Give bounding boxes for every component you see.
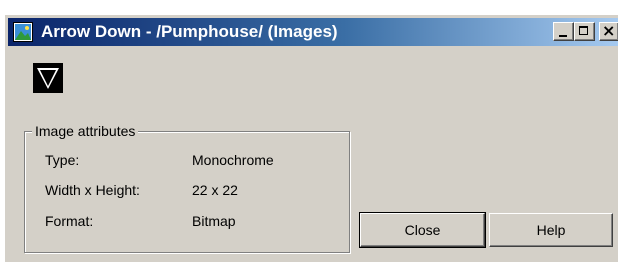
arrow-down-icon [33,63,63,93]
app-picture-icon [13,22,33,42]
minimize-button[interactable] [553,22,574,41]
close-icon: × [602,21,616,40]
close-button[interactable]: Close [359,212,486,248]
title-close-button[interactable]: × [599,22,618,41]
dimensions-value: 22 x 22 [192,182,238,198]
minimize-icon [559,35,567,37]
help-button[interactable]: Help [489,213,613,247]
format-value: Bitmap [192,213,236,229]
format-label: Format: [45,213,94,229]
title-bar[interactable]: Arrow Down - /Pumphouse/ (Images) × [8,18,618,46]
maximize-icon [579,26,588,35]
image-attributes-title: Image attributes [32,123,139,139]
dimensions-label: Width x Height: [45,182,140,198]
maximize-button[interactable] [574,22,595,41]
window-title: Arrow Down - /Pumphouse/ (Images) [41,22,338,41]
type-label: Type: [45,152,80,168]
type-value: Monochrome [192,152,274,168]
image-properties-window: Arrow Down - /Pumphouse/ (Images) × Imag… [4,14,618,262]
image-preview [33,63,63,93]
